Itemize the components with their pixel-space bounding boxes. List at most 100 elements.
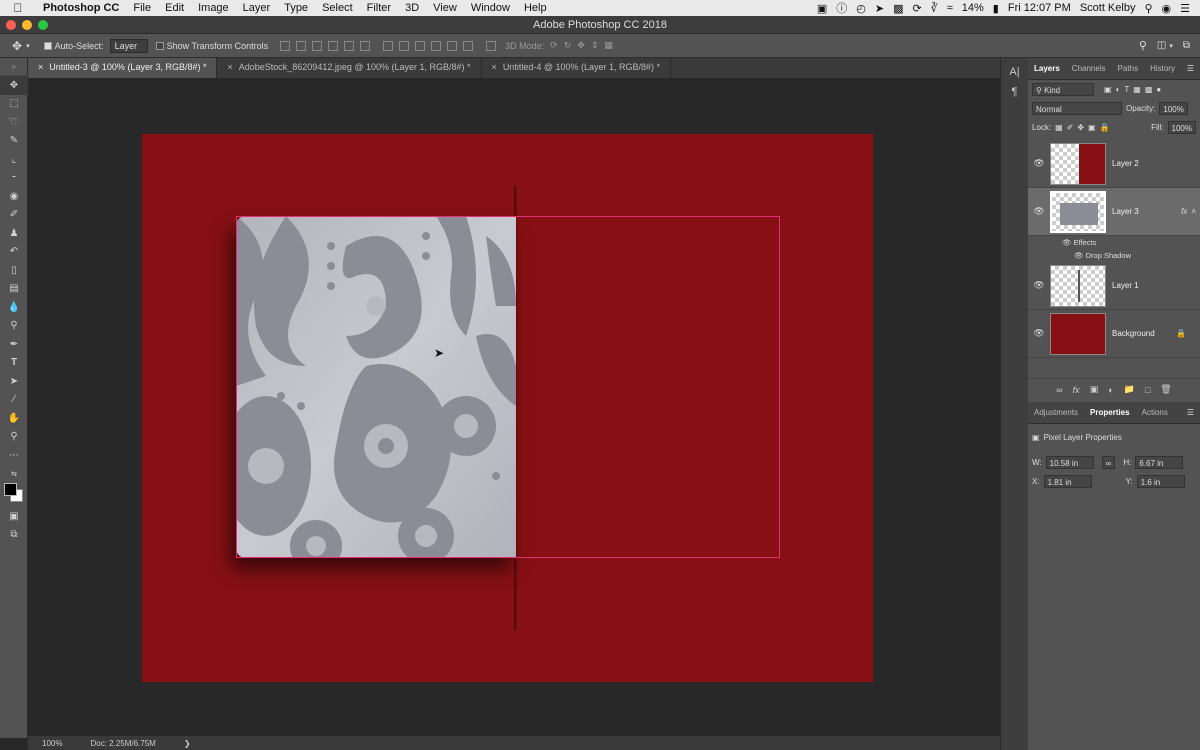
tab-channels[interactable]: Channels [1066,64,1112,73]
bluetooth-icon[interactable]: ∛ [931,2,938,15]
link-layers-icon[interactable]: ∞ [1056,385,1062,395]
height-field[interactable]: 6.67 in [1135,456,1184,469]
workspace-icon[interactable]: ◫ [1157,40,1166,51]
zoom-tool-icon[interactable]: ⚲ [0,428,28,447]
move-tool-icon[interactable]: ✥ [0,76,28,95]
tool-preset-chevron-icon[interactable]: ▾ [26,42,30,50]
menu-layer[interactable]: Layer [236,2,278,14]
character-panel-icon[interactable]: A| [1001,66,1028,78]
align-top-icon[interactable] [280,40,291,51]
filter-adjustment-icon[interactable]: ◐ [1116,85,1121,94]
user-name[interactable]: Scott Kelby [1080,2,1136,14]
hand-tool-icon[interactable]: ✋ [0,409,28,428]
distribute-top-icon[interactable] [383,40,394,51]
battery-icon[interactable]: ▮ [993,2,999,15]
properties-menu-icon[interactable]: ☰ [1187,408,1194,417]
close-tab-icon[interactable]: × [227,62,232,72]
pen-tool-icon[interactable]: ✒ [0,335,28,354]
auto-align-icon[interactable] [486,40,497,51]
menu-app-name[interactable]: Photoshop CC [36,2,126,14]
lock-transparent-icon[interactable]: ▦ [1055,123,1063,132]
fill-field[interactable]: 100% [1167,121,1196,134]
transform-bounding-box[interactable] [236,216,780,558]
layer-row-layer-1[interactable]: 👁 Layer 1 [1028,262,1200,310]
healing-brush-tool-icon[interactable]: ◉ [0,187,28,206]
menu-image[interactable]: Image [191,2,236,14]
quick-mask-icon[interactable]: ▣ [0,507,28,526]
expand-effects-icon[interactable]: ˄ [1191,207,1196,216]
eyedropper-tool-icon[interactable]: ⁃ [0,169,28,188]
filter-smart-object-icon[interactable]: ▩ [1145,85,1153,94]
distribute-right-icon[interactable] [463,40,474,51]
location-arrow-icon[interactable]: ➤ [875,2,884,15]
blur-tool-icon[interactable]: 💧 [0,298,28,317]
3d-scale-icon[interactable]: ▦ [604,40,613,51]
panel-menu-icon[interactable]: ☰ [1187,64,1194,73]
camera-icon[interactable]: ▣ [817,2,827,15]
wifi-icon[interactable]: ≈ [947,2,953,14]
move-tool-icon[interactable]: ✥ [12,39,22,53]
delete-layer-icon[interactable]: 🗑 [1160,384,1171,395]
siri-icon[interactable]: ◉ [1162,2,1172,15]
distribute-hcenter-icon[interactable] [447,40,458,51]
layer-filter-dropdown[interactable]: ⚲ Kind [1032,83,1094,96]
3d-roll-icon[interactable]: ↻ [564,40,572,51]
new-adjustment-icon[interactable]: ◐ [1108,385,1113,395]
notification-list-icon[interactable]: ☰ [1180,2,1190,15]
spotlight-search-icon[interactable]: ⚲ [1144,2,1152,15]
path-selection-tool-icon[interactable]: ➤ [0,372,28,391]
menu-select[interactable]: Select [315,2,360,14]
menu-type[interactable]: Type [277,2,315,14]
zoom-level[interactable]: 100% [42,739,62,748]
more-tools-icon[interactable]: ⋯ [0,446,28,465]
blend-mode-dropdown[interactable]: Normal [1032,102,1122,115]
3d-orbit-icon[interactable]: ⟳ [550,40,558,51]
layer-row-layer-2[interactable]: 👁 Layer 2 [1028,140,1200,188]
tab-adjustments[interactable]: Adjustments [1028,408,1084,417]
eraser-tool-icon[interactable]: ▯ [0,261,28,280]
distribute-vcenter-icon[interactable] [399,40,410,51]
status-menu-arrow-icon[interactable]: ❯ [184,739,191,748]
new-layer-icon[interactable]: □ [1145,385,1150,395]
monitor-icon[interactable]: ▩ [893,2,903,15]
time-machine-icon[interactable]: ⟳ [912,2,921,15]
filter-pixel-icon[interactable]: ▣ [1104,85,1112,94]
doc-tab-adobestock[interactable]: × AdobeStock_86209412.jpeg @ 100% (Layer … [217,58,482,78]
battery-percent[interactable]: 14% [962,2,984,14]
share-icon[interactable]: ⧉ [1183,40,1190,51]
lock-all-icon[interactable]: 🔒 [1100,123,1110,132]
show-transform-checkbox[interactable] [155,41,164,50]
effects-row[interactable]: 👁 Effects [1028,236,1200,249]
screen-mode-icon[interactable]: ⧉ [0,526,28,545]
tab-history[interactable]: History [1144,64,1181,73]
tab-actions[interactable]: Actions [1136,408,1174,417]
distribute-bottom-icon[interactable] [415,40,426,51]
history-brush-tool-icon[interactable]: ↶ [0,243,28,262]
doc-tab-untitled-4[interactable]: × Untitled-4 @ 100% (Layer 1, RGB/8#) * [482,58,672,78]
align-bottom-icon[interactable] [312,40,323,51]
layer-row-background[interactable]: 👁 Background 🔒 [1028,310,1200,358]
lock-pixels-icon[interactable]: ✐ [1067,123,1074,132]
visibility-eye-icon[interactable]: 👁 [1028,280,1050,291]
add-style-icon[interactable]: fx [1073,385,1080,395]
dodge-tool-icon[interactable]: ⚲ [0,317,28,336]
3d-slide-icon[interactable]: ⇕ [591,40,599,51]
menu-view[interactable]: View [426,2,464,14]
tab-layers[interactable]: Layers [1028,64,1066,73]
line-tool-icon[interactable]: ∕ [0,391,28,410]
document-canvas[interactable]: ➤ [142,134,873,682]
foreground-color-swatch[interactable] [4,483,17,496]
align-hcenter-icon[interactable] [344,40,355,51]
doc-tab-untitled-3[interactable]: × Untitled-3 @ 100% (Layer 3, RGB/8#) * [28,58,218,78]
lock-position-icon[interactable]: ✥ [1077,123,1084,132]
visibility-eye-icon[interactable]: 👁 [1028,328,1050,339]
quick-selection-tool-icon[interactable]: ✎ [0,132,28,151]
x-field[interactable]: 1.81 in [1043,475,1092,488]
filter-shape-icon[interactable]: ▦ [1133,85,1141,94]
fx-badge[interactable]: fx [1181,207,1187,216]
y-field[interactable]: 1.6 in [1136,475,1185,488]
search-icon[interactable]: ⚲ [1139,39,1147,52]
close-tab-icon[interactable]: × [492,62,497,72]
align-left-icon[interactable] [328,40,339,51]
auto-select-checkbox[interactable] [43,41,52,50]
